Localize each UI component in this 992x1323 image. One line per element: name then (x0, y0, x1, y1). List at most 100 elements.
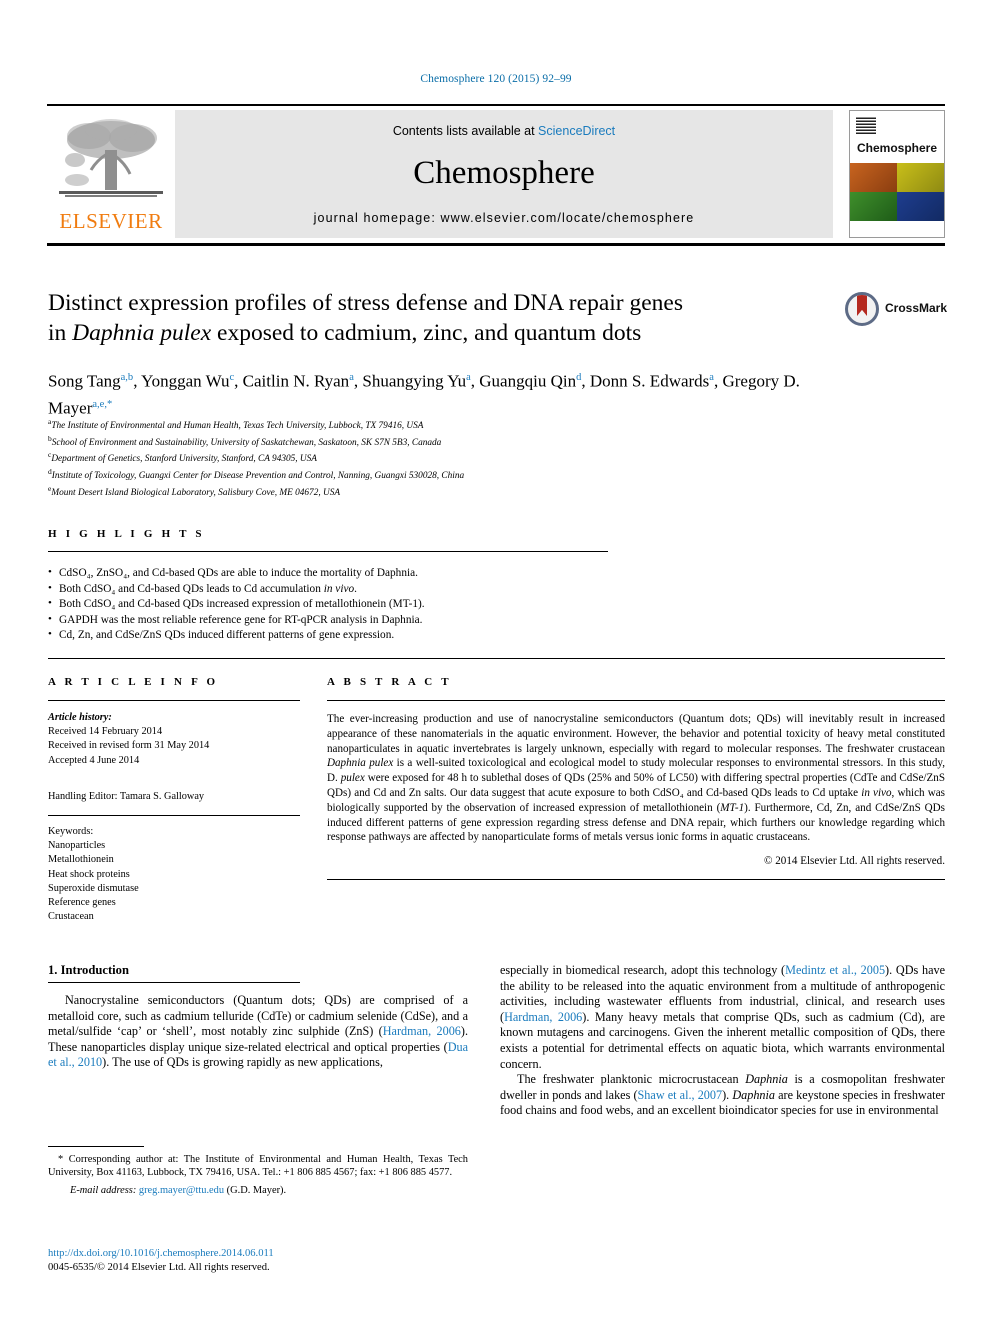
handling-editor: Handling Editor: Tamara S. Galloway (48, 790, 205, 802)
page-title: Distinct expression profiles of stress d… (48, 288, 818, 348)
body-column-left: 1. Introduction Nanocrystaline semicondu… (48, 963, 468, 1071)
highlight-item: Both CdSO₄ and Cd-based QDs leads to Cd … (48, 581, 608, 598)
abstract-section: A B S T R A C T The ever-increasing prod… (327, 676, 945, 881)
author-affiliation-mark: a (466, 372, 471, 383)
barcode-icon (856, 116, 876, 134)
author-name[interactable]: Shuangying Yu (362, 372, 466, 391)
intro-paragraph-left: Nanocrystaline semiconductors (Quantum d… (48, 993, 468, 1071)
email-link[interactable]: greg.mayer@ttu.edu (139, 1185, 224, 1196)
affiliation-mark: d (48, 467, 52, 477)
affiliation-mark: a (48, 417, 52, 426)
highlight-item: GAPDH was the most reliable reference ge… (48, 612, 608, 629)
doi-block: http://dx.doi.org/10.1016/j.chemosphere.… (48, 1247, 468, 1275)
article-history-item: Accepted 4 June 2014 (48, 754, 140, 766)
journal-cover-thumbnail: Chemosphere (849, 110, 945, 238)
email-note: E-mail address: greg.mayer@ttu.edu (G.D.… (48, 1180, 468, 1197)
journal-title: Chemosphere (413, 155, 595, 191)
abstract-heading: A B S T R A C T (327, 676, 452, 688)
crossmark-icon (845, 292, 879, 326)
highlights-heading: H I G H L I G H T S (48, 528, 205, 540)
keyword-item[interactable]: Reference genes (48, 896, 300, 910)
intro-paragraph-right-1: especially in biomedical research, adopt… (500, 963, 945, 1072)
highlights-list: CdSO₄, ZnSO₄, and Cd-based QDs are able … (48, 552, 608, 644)
intro-right2-em-2: Daphnia (732, 1087, 775, 1102)
cover-journal-name: Chemosphere (856, 141, 938, 155)
author-name[interactable]: Yonggan Wu (141, 372, 229, 391)
author-list: Song Tanga,b, Yonggan Wuc, Caitlin N. Ry… (48, 371, 800, 418)
highlight-item: Cd, Zn, and CdSe/ZnS QDs induced differe… (48, 627, 608, 644)
abstract-em-3: in vivo (861, 786, 892, 799)
body-column-right: especially in biomedical research, adopt… (500, 963, 945, 1119)
author-name[interactable]: Song Tang (48, 372, 121, 391)
highlights-section: H I G H L I G H T S CdSO₄, ZnSO₄, and Cd… (48, 528, 608, 644)
article-history-lines: Received 14 February 2014 Received in rev… (48, 725, 300, 768)
author-name[interactable]: Guangqiu Qin (479, 372, 576, 391)
intro-right2-part-1: The freshwater planktonic microcrustacea… (517, 1072, 746, 1087)
intro-right2-em-1: Daphnia (745, 1072, 788, 1087)
sciencedirect-link[interactable]: ScienceDirect (538, 124, 615, 138)
cover-photo-4 (897, 192, 944, 221)
highlight-item: Both CdSO₄ and Cd-based QDs increased ex… (48, 596, 608, 613)
footnote-block: * Corresponding author at: The Institute… (48, 1153, 468, 1197)
citation-link-medintz-2005[interactable]: Medintz et al., 2005 (785, 963, 885, 977)
title-line-1: Distinct expression profiles of stress d… (48, 290, 683, 316)
doi-link[interactable]: http://dx.doi.org/10.1016/j.chemosphere.… (48, 1247, 468, 1261)
elsevier-tree-icon (59, 119, 163, 197)
affiliation-item: eMount Desert Island Biological Laborato… (48, 483, 341, 498)
footnote-rule (48, 1146, 144, 1147)
citation-link-shaw-2007[interactable]: Shaw et al., 2007 (638, 1088, 723, 1102)
cover-photo-grid (850, 163, 944, 221)
highlights-bottom-rule (48, 658, 945, 659)
masthead-bottom-rule (47, 243, 945, 246)
article-info-heading: A R T I C L E I N F O (48, 676, 219, 688)
abstract-em-1: Daphnia pulex (327, 757, 394, 770)
contents-prefix: Contents lists available at (392, 124, 539, 138)
email-suffix: (G.D. Mayer). (224, 1184, 287, 1196)
author-affiliation-mark: d (576, 372, 582, 383)
keyword-item[interactable]: Metallothionein (48, 853, 300, 867)
affiliation-mark: c (48, 450, 52, 460)
keyword-item[interactable]: Heat shock proteins (48, 868, 300, 882)
elsevier-logo: ELSEVIER (47, 110, 175, 238)
author-name[interactable]: Caitlin N. Ryan (243, 372, 350, 391)
article-history-item: Received in revised form 31 May 2014 (48, 740, 210, 752)
author-affiliation-mark: a,e,* (92, 398, 113, 410)
keyword-item[interactable]: Superoxide dismutase (48, 882, 300, 896)
crossmark-ribbon-icon (857, 295, 867, 316)
author-affiliation-mark: c (229, 372, 235, 383)
crossmark-badge[interactable]: CrossMark (845, 292, 948, 332)
issn-copyright-line: 0045-6535/© 2014 Elsevier Ltd. All right… (48, 1262, 270, 1273)
affiliation-mark: b (48, 433, 52, 443)
intro-left-part-3: ). The use of QDs is growing rapidly as … (102, 1055, 383, 1070)
affiliation-item: aThe Institute of Environmental and Huma… (48, 417, 424, 432)
citation-link-hardman-2006[interactable]: Hardman, 2006 (383, 1024, 461, 1038)
title-line-2-suffix: exposed to cadmium, zinc, and quantum do… (211, 320, 642, 346)
affiliation-list: aThe Institute of Environmental and Huma… (48, 416, 768, 499)
journal-masthead: ELSEVIER Contents lists available at Sci… (47, 104, 945, 240)
article-history-block: Article history: Received 14 February 20… (48, 701, 300, 804)
citation-link-hardman-2006-b[interactable]: Hardman, 2006 (504, 1010, 582, 1024)
title-species: Daphnia pulex (72, 320, 212, 346)
corresponding-author-note: * Corresponding author at: The Institute… (48, 1154, 468, 1179)
keyword-item[interactable]: Nanoparticles (48, 839, 300, 853)
keywords-label: Keywords: (48, 826, 94, 838)
cover-photo-3 (850, 192, 897, 221)
article-info-section: A R T I C L E I N F O Article history: R… (48, 676, 300, 984)
keyword-item[interactable]: Crustacean (48, 910, 300, 924)
highlight-item: CdSO₄, ZnSO₄, and Cd-based QDs are able … (48, 565, 608, 582)
contents-available-line: Contents lists available at ScienceDirec… (175, 124, 833, 138)
journal-citation: Chemosphere 120 (2015) 92–99 (420, 73, 572, 85)
intro-paragraph-right-2: The freshwater planktonic microcrustacea… (500, 1072, 945, 1119)
affiliation-item: bSchool of Environment and Sustainabilit… (48, 433, 442, 448)
affiliation-mark: e (48, 483, 52, 493)
abstract-bottom-rule (327, 879, 945, 881)
crossmark-label: CrossMark (885, 301, 948, 315)
intro-right-part-1: especially in biomedical research, adopt… (500, 963, 786, 977)
author-name[interactable]: Donn S. Edwards (590, 372, 709, 391)
email-label: E-mail address: (70, 1184, 137, 1196)
journal-homepage-line[interactable]: journal homepage: www.elsevier.com/locat… (175, 211, 833, 225)
masthead-center: Contents lists available at ScienceDirec… (175, 110, 833, 238)
abstract-em-2: pulex (340, 772, 365, 785)
cover-photo-2 (897, 163, 944, 192)
paper-page: Chemosphere 120 (2015) 92–99 ELSEVIER Co… (0, 0, 992, 1323)
